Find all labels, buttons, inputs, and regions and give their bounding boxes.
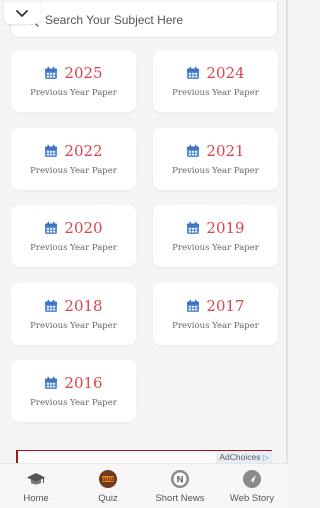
- quiz-icon: QUIZ: [99, 470, 117, 488]
- card-year: 2019: [206, 219, 245, 237]
- calendar-icon: [45, 376, 58, 389]
- year-card-2020[interactable]: 2020 Previous Year Paper: [11, 205, 136, 267]
- card-subtitle: Previous Year Paper: [172, 321, 259, 331]
- nav-item-home[interactable]: Home: [0, 464, 72, 508]
- nav-label: Short News: [155, 493, 205, 504]
- nav-label: Home: [23, 493, 49, 504]
- svg-text:N: N: [176, 475, 184, 485]
- search-bar[interactable]: [10, 2, 278, 38]
- calendar-icon: [45, 144, 58, 157]
- web-story-icon: [243, 470, 261, 488]
- card-subtitle: Previous Year Paper: [30, 166, 117, 176]
- ad-choices-icon: ▷: [262, 453, 269, 462]
- calendar-icon: [187, 299, 200, 312]
- ad-choices-label: AdChoices: [219, 452, 261, 462]
- card-year: 2017: [206, 297, 245, 315]
- collapse-button[interactable]: [4, 2, 40, 24]
- card-year: 2021: [206, 142, 245, 160]
- card-subtitle: Previous Year Paper: [172, 166, 259, 176]
- calendar-icon: [187, 221, 200, 234]
- ad-choices-badge[interactable]: AdChoices ▷: [216, 451, 272, 463]
- year-card-2025[interactable]: 2025 Previous Year Paper: [11, 50, 136, 112]
- page-edge: [286, 0, 288, 508]
- graduation-cap-icon: [27, 473, 45, 485]
- nav-label: Quiz: [98, 493, 118, 504]
- year-card-2024[interactable]: 2024 Previous Year Paper: [153, 50, 278, 112]
- year-card-2018[interactable]: 2018 Previous Year Paper: [11, 283, 136, 345]
- year-card-2022[interactable]: 2022 Previous Year Paper: [11, 128, 136, 190]
- svg-text:QUIZ: QUIZ: [102, 477, 115, 483]
- nav-label: Web Story: [229, 493, 275, 504]
- nav-item-quiz[interactable]: QUIZ Quiz: [72, 464, 144, 508]
- card-subtitle: Previous Year Paper: [30, 398, 117, 408]
- ad-banner[interactable]: AdChoices ▷: [16, 450, 272, 463]
- bottom-nav: Home QUIZ Quiz N Short News Web Story: [0, 463, 288, 508]
- card-year: 2025: [64, 64, 103, 82]
- year-card-2016[interactable]: 2016 Previous Year Paper: [11, 360, 136, 422]
- card-year: 2022: [64, 142, 103, 160]
- year-card-2019[interactable]: 2019 Previous Year Paper: [153, 205, 278, 267]
- calendar-icon: [45, 66, 58, 79]
- card-subtitle: Previous Year Paper: [172, 88, 259, 98]
- card-subtitle: Previous Year Paper: [30, 88, 117, 98]
- year-card-2021[interactable]: 2021 Previous Year Paper: [153, 128, 278, 190]
- calendar-icon: [45, 221, 58, 234]
- news-icon: N: [171, 470, 189, 488]
- calendar-icon: [187, 144, 200, 157]
- card-subtitle: Previous Year Paper: [172, 243, 259, 253]
- calendar-icon: [187, 66, 200, 79]
- card-subtitle: Previous Year Paper: [30, 321, 117, 331]
- calendar-icon: [45, 299, 58, 312]
- card-subtitle: Previous Year Paper: [30, 243, 117, 253]
- card-year: 2018: [64, 297, 103, 315]
- nav-item-web-story[interactable]: Web Story: [216, 464, 288, 508]
- card-year: 2024: [206, 64, 245, 82]
- card-year: 2020: [64, 219, 103, 237]
- year-card-2017[interactable]: 2017 Previous Year Paper: [153, 283, 278, 345]
- nav-item-short-news[interactable]: N Short News: [144, 464, 216, 508]
- card-year: 2016: [64, 374, 103, 392]
- search-input[interactable]: [45, 11, 265, 29]
- chevron-down-icon: [16, 9, 28, 17]
